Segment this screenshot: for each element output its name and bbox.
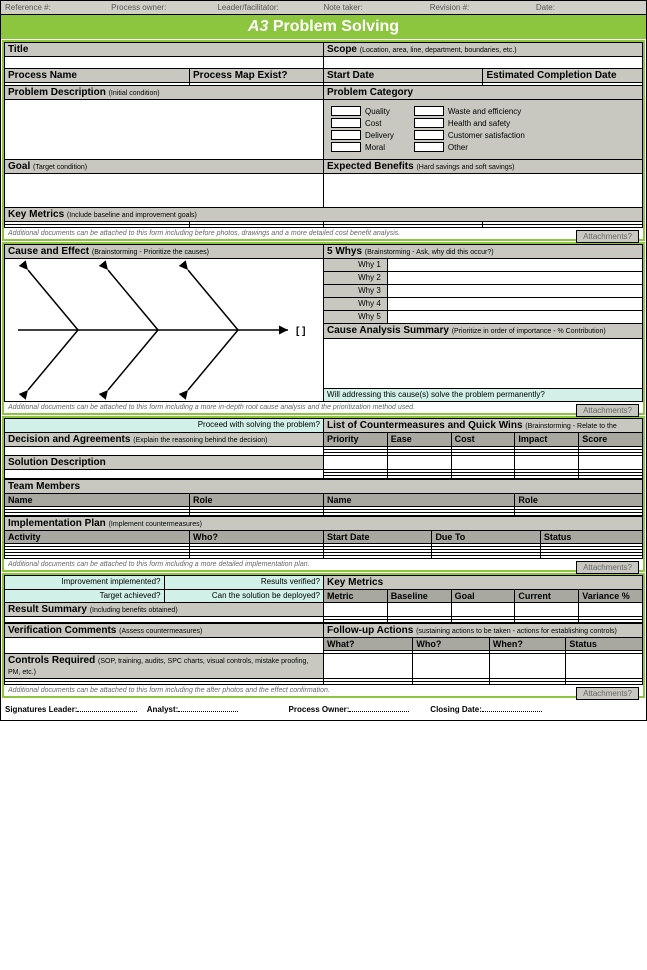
rev-label: Revision #: <box>430 3 536 12</box>
ref-label: Reference #: <box>5 3 111 12</box>
counter-hdr: List of Countermeasures and Quick Wins (… <box>324 419 643 433</box>
whys-hdr: 5 Whys (Brainstorming - Ask, why did thi… <box>324 245 643 259</box>
benefits-hdr: Expected Benefits (Hard savings and soft… <box>323 160 642 174</box>
section-plan: Proceed with solving the problem? List o… <box>2 416 645 572</box>
delivery-box[interactable] <box>331 130 361 140</box>
pcat-hdr: Problem Category <box>323 86 642 100</box>
pdesc-hdr: Problem Description (Initial condition) <box>5 86 324 100</box>
goal-hdr: Goal (Target condition) <box>5 160 324 174</box>
s1-note: Additional documents can be attached to … <box>4 228 643 239</box>
edate-hdr: Estimated Completion Date <box>483 69 643 83</box>
cause-hdr: Cause and Effect (Brainstorming - Priori… <box>5 245 324 259</box>
other-box[interactable] <box>414 142 444 152</box>
s2-note: Additional documents can be attached to … <box>4 402 643 413</box>
scope-hdr: Scope (Location, area, line, department,… <box>323 43 642 57</box>
s3-note: Additional documents can be attached to … <box>4 559 643 570</box>
why3-input[interactable] <box>387 284 642 297</box>
fishbone-icon: [ ] <box>8 260 318 400</box>
section-analyze: Cause and Effect (Brainstorming - Priori… <box>2 242 645 415</box>
svg-text:[ ]: [ ] <box>296 326 305 337</box>
moral-box[interactable] <box>331 142 361 152</box>
title-input[interactable] <box>5 57 324 69</box>
cr-hdr: Controls Required (SOP, training, audits… <box>5 654 324 679</box>
health-box[interactable] <box>414 118 444 128</box>
customer-box[interactable] <box>414 130 444 140</box>
cost-box[interactable] <box>331 118 361 128</box>
vc-input[interactable] <box>5 638 324 654</box>
pcat-area: Quality Cost Delivery Moral Waste and ef… <box>323 100 642 160</box>
benefits-input[interactable] <box>323 174 642 208</box>
sol-input[interactable] <box>5 470 324 479</box>
team-hdr: Team Members <box>5 480 643 494</box>
owner-label: Process owner: <box>111 3 217 12</box>
meta-row: Reference #: Process owner: Leader/facil… <box>1 1 646 15</box>
sdate-hdr: Start Date <box>323 69 483 83</box>
att-button[interactable]: Attachments? <box>576 561 639 574</box>
summary-input[interactable] <box>324 338 643 388</box>
rs-input[interactable] <box>5 617 324 623</box>
summary-hdr: Cause Analysis Summary (Prioritize in or… <box>324 323 643 338</box>
section-verify: Improvement implemented? Results verifie… <box>2 573 645 698</box>
notetaker-label: Note taker: <box>324 3 430 12</box>
waste-box[interactable] <box>414 106 444 116</box>
why2-input[interactable] <box>387 271 642 284</box>
vc-hdr: Verification Comments (Assess countermea… <box>5 624 324 638</box>
att-button[interactable]: Attachments? <box>576 687 639 700</box>
dec-input[interactable] <box>5 447 324 456</box>
why1-input[interactable] <box>387 259 642 272</box>
why4-input[interactable] <box>387 297 642 310</box>
plan-hdr: Implementation Plan (Implement counterme… <box>5 517 643 531</box>
rs-hdr: Result Summary (Including benefits obtai… <box>5 603 324 617</box>
pdesc-input[interactable] <box>5 100 324 160</box>
att-button[interactable]: Attachments? <box>576 230 639 243</box>
goal-input[interactable] <box>5 174 324 208</box>
banner: A3 Problem Solving <box>1 15 646 39</box>
title-hdr: Title <box>5 43 324 57</box>
permanent-q: Will addressing this cause(s) solve the … <box>324 388 643 401</box>
section-define: Title Scope (Location, area, line, depar… <box>2 40 645 241</box>
fishbone-area: [ ] <box>5 259 324 402</box>
sol-hdr: Solution Description <box>5 456 324 470</box>
quality-box[interactable] <box>331 106 361 116</box>
leader-label: Leader/facilitator: <box>217 3 323 12</box>
scope-input[interactable] <box>323 57 642 69</box>
date-label: Date: <box>536 3 642 12</box>
why5-input[interactable] <box>387 310 642 323</box>
s4-note: Additional documents can be attached to … <box>4 685 643 696</box>
signature-row: Signatures Leader: Analyst: Process Owne… <box>1 699 576 720</box>
dec-hdr: Decision and Agreements (Explain the rea… <box>5 433 324 447</box>
metrics-hdr: Key Metrics (Include baseline and improv… <box>5 208 643 222</box>
km-hdr: Key Metrics <box>324 576 643 590</box>
fa-hdr: Follow-up Actions (sustaining actions to… <box>324 624 643 638</box>
proceed-q: Proceed with solving the problem? <box>5 419 324 433</box>
att-button[interactable]: Attachments? <box>576 404 639 417</box>
pname-hdr: Process Name <box>5 69 190 83</box>
pmap-hdr: Process Map Exist? <box>190 69 324 83</box>
